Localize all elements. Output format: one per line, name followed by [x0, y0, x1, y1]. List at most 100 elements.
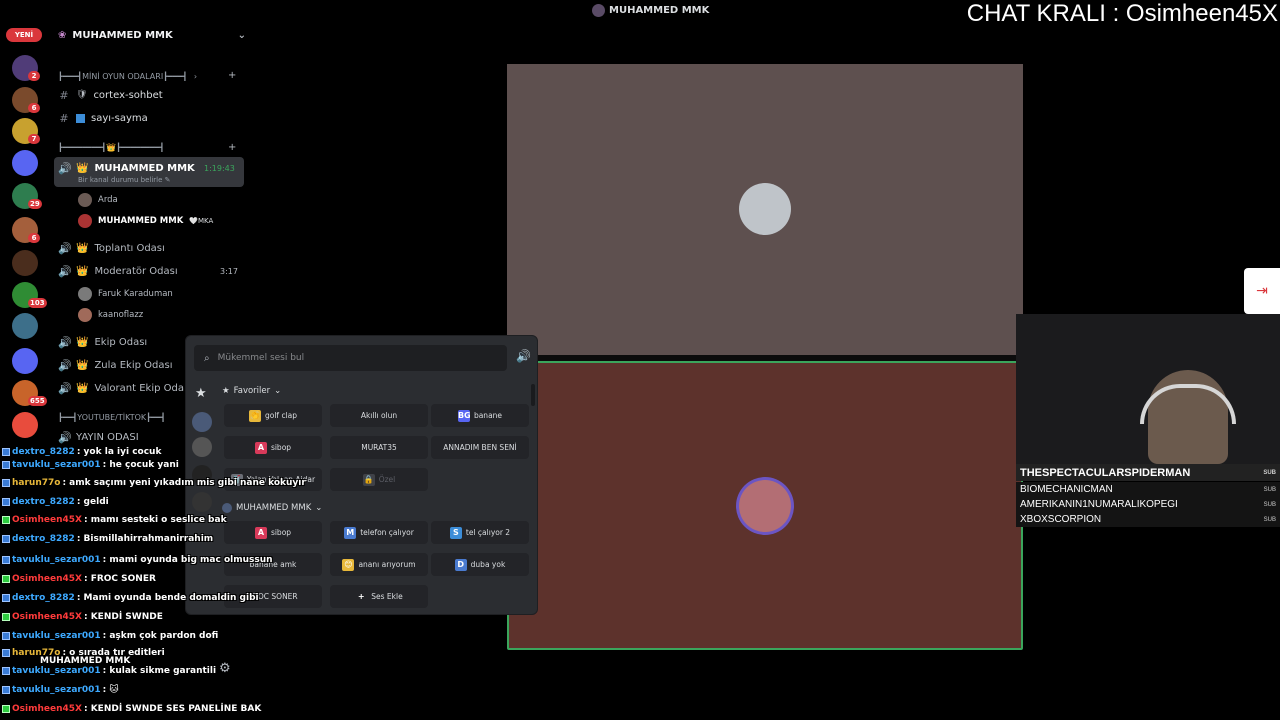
hash-icon: #: [59, 88, 69, 102]
avatar: [78, 193, 92, 207]
scrollbar[interactable]: [531, 384, 535, 406]
chat-username: dextro_8282: [12, 497, 75, 507]
new-badge: YENİ: [6, 28, 42, 42]
text-channel-cortex[interactable]: # 🛡 cortex-sohbet: [58, 86, 162, 104]
sound-label: Akıllı olun: [360, 411, 398, 420]
sound-button[interactable]: Mtelefon çalıyor: [330, 521, 428, 544]
voice-member[interactable]: kaanoflazz: [78, 306, 143, 324]
server-icon[interactable]: [12, 250, 38, 276]
server-icon[interactable]: [12, 150, 38, 176]
chat-badge-icon: [2, 575, 10, 583]
chat-message: dextro_8282: Mami oyunda bende domaldin …: [2, 593, 259, 603]
chat-username: Osimheen45X: [12, 704, 82, 714]
server-header[interactable]: ❀ MUHAMMED MMK ⌄: [58, 30, 246, 41]
sound-button[interactable]: ANNADIM BEN SENİ: [431, 436, 529, 459]
chevron-down-icon[interactable]: ⌄: [238, 30, 246, 41]
chat-badge-icon: [2, 632, 10, 640]
server-icon[interactable]: [12, 412, 38, 438]
server-sound-tab[interactable]: [192, 412, 212, 432]
sub-row: AMERIKANIN1NUMARALIKOPEGI SUB: [1016, 497, 1280, 512]
voice-member[interactable]: Faruk Karaduman: [78, 285, 173, 303]
sound-button[interactable]: Stel çalıyor 2: [431, 521, 529, 544]
sound-button[interactable]: 👏 golf clap: [224, 404, 322, 427]
sound-search-input[interactable]: [217, 353, 488, 363]
chevron-down-icon: ⌄: [274, 386, 282, 396]
hash-icon: #: [59, 111, 69, 125]
category-mini-games[interactable]: ┣━━━┫MİNİ OYUN ODALARI┣━━━┫ ›: [58, 72, 197, 81]
add-channel-icon[interactable]: +: [228, 70, 236, 81]
chat-text: : aşkm çok pardon dofi: [102, 631, 219, 641]
sound-label: MURAT35: [361, 443, 397, 452]
speaker-icon: 🔊: [58, 264, 72, 278]
chat-badge-icon: [2, 686, 10, 694]
chat-username: tavuklu_sezar001: [12, 666, 101, 676]
chat-username: tavuklu_sezar001: [12, 460, 101, 470]
voice-channel-valorant[interactable]: 🔊 👑 Valorant Ekip Oda: [58, 379, 184, 397]
sound-emoji-icon: +: [357, 591, 365, 601]
chat-message: harun77o: o sırada tır editleri: [2, 648, 165, 658]
chat-username: tavuklu_sezar001: [12, 631, 101, 641]
sound-label: duba yok: [470, 560, 506, 569]
chat-text: : FROC SONER: [83, 574, 156, 584]
add-channel-icon[interactable]: +: [228, 142, 236, 153]
sound-emoji-icon: 👏: [248, 409, 261, 422]
chat-text: : kulak sikme garantili: [102, 666, 217, 676]
locked-sound-button[interactable]: 🔒 Özel: [330, 468, 428, 491]
exit-icon[interactable]: ⇥: [1244, 268, 1280, 314]
sound-button[interactable]: Dduba yok: [431, 553, 529, 576]
sub-row: BIOMECHANICMAN SUB: [1016, 482, 1280, 497]
sound-search[interactable]: ⌕: [194, 345, 507, 371]
category-crown[interactable]: ┣━━━━━━━━┫👑┣━━━━━━━━┫: [58, 143, 164, 152]
voice-channel-muhammed[interactable]: 🔊 👑 MUHAMMED MMK 1:19:43: [58, 159, 235, 177]
volume-icon[interactable]: 🔊: [516, 349, 531, 363]
chat-text: : yok la iyi cocuk: [76, 447, 162, 457]
channel-status[interactable]: Bir kanal durumu belirle ✎: [78, 176, 171, 184]
avatar: [78, 308, 92, 322]
video-tile-2-speaking[interactable]: [507, 361, 1023, 650]
sound-button[interactable]: BG banane: [431, 404, 529, 427]
server-icon[interactable]: [12, 348, 38, 374]
voice-channel-moderator[interactable]: 🔊 👑 Moderatör Odası 3:17: [58, 262, 238, 280]
voice-member[interactable]: MUHAMMED MMK 🤍MKA: [78, 212, 213, 230]
chat-username: harun77o: [12, 478, 61, 488]
voice-member[interactable]: Arda: [78, 191, 118, 209]
star-icon[interactable]: ★: [195, 386, 207, 401]
category-youtube[interactable]: ┣━━┫YOUTUBE/TİKTOK┣━━┫: [58, 413, 165, 422]
voice-channel-toplanti[interactable]: 🔊 👑 Toplantı Odası: [58, 239, 165, 257]
voice-channel-ekip[interactable]: 🔊 👑 Ekip Odası: [58, 333, 147, 351]
chat-badge-icon: [2, 479, 10, 487]
sound-button[interactable]: 😊 ananı arıyorum: [330, 553, 428, 576]
crown-icon: 👑: [76, 265, 89, 277]
mention-badge: 655: [28, 396, 47, 406]
sound-button[interactable]: MURAT35: [330, 436, 428, 459]
streamer-webcam: [1016, 314, 1280, 464]
sub-header: THESPECTACULARSPIDERMAN SUB: [1016, 464, 1280, 481]
chat-message: Osimheen45X: KENDİ SWNDE: [2, 612, 163, 622]
text-channel-sayi[interactable]: # sayı-sayma: [58, 109, 147, 127]
video-tile-1[interactable]: [507, 64, 1023, 355]
sound-label: ANNADIM BEN SENİ: [443, 443, 517, 452]
chat-message: harun77o: amk saçımı yeni yıkadım mis gi…: [2, 478, 306, 488]
avatar: [78, 214, 92, 228]
server-icon[interactable]: [12, 313, 38, 339]
voice-channel-zula[interactable]: 🔊 👑 Zula Ekip Odası: [58, 356, 172, 374]
sound-button[interactable]: Akıllı olun: [330, 404, 428, 427]
chat-badge-icon: [2, 613, 10, 621]
chat-username: Osimheen45X: [12, 515, 82, 525]
member-tag: 🤍MKA: [189, 217, 214, 225]
chat-text: : KENDİ SWNDE SES PANELİNE BAK: [83, 704, 262, 714]
chat-badge-icon: [2, 556, 10, 564]
numbers-icon: [76, 113, 85, 123]
chat-message: dextro_8282: Bismillahirrahmanirrahim: [2, 534, 213, 544]
chat-badge-icon: [2, 498, 10, 506]
chat-username: harun77o: [12, 648, 61, 658]
speaker-icon: 🔊: [58, 335, 72, 349]
favorites-section[interactable]: ★ Favoriler ⌄: [222, 386, 281, 396]
speaker-icon: 🔊: [58, 241, 72, 255]
mention-badge: 6: [28, 103, 40, 113]
chat-username: dextro_8282: [12, 593, 75, 603]
sound-button[interactable]: + Ses Ekle: [330, 585, 428, 608]
chat-username: dextro_8282: [12, 534, 75, 544]
chat-badge-icon: [2, 448, 10, 456]
avatar: [78, 287, 92, 301]
